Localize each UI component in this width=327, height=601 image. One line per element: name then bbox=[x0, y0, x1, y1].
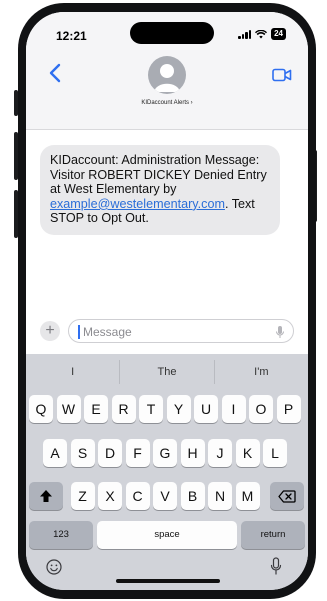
signal-icon bbox=[238, 29, 252, 39]
key-p[interactable]: P bbox=[276, 395, 301, 423]
emoji-icon[interactable] bbox=[46, 559, 62, 575]
battery-indicator: 24 bbox=[271, 28, 286, 40]
key-w[interactable]: W bbox=[56, 395, 81, 423]
key-o[interactable]: O bbox=[249, 395, 273, 423]
keyboard: I The I'm Q W E R T Y U I O P A S D F G … bbox=[26, 354, 308, 590]
person-icon bbox=[154, 64, 180, 92]
return-key[interactable]: return bbox=[241, 521, 305, 549]
key-d[interactable]: D bbox=[98, 439, 122, 467]
key-s[interactable]: S bbox=[70, 439, 95, 467]
space-key[interactable]: space bbox=[97, 521, 237, 549]
key-r[interactable]: R bbox=[111, 395, 136, 423]
key-t[interactable]: T bbox=[139, 395, 163, 423]
key-e[interactable]: E bbox=[84, 395, 108, 423]
message-input[interactable]: Message bbox=[68, 319, 294, 343]
video-call-icon[interactable] bbox=[272, 68, 292, 82]
conversation-header: 12:21 24 KIDaccount Alerts › bbox=[26, 12, 308, 130]
prediction-2[interactable]: The bbox=[120, 360, 215, 384]
key-f[interactable]: F bbox=[125, 439, 150, 467]
dictation-mic-icon[interactable] bbox=[270, 557, 282, 575]
phone-screen: 12:21 24 KIDaccount Alerts › KIDaccount:… bbox=[26, 12, 308, 590]
predictive-text-bar: I The I'm bbox=[26, 360, 308, 384]
key-b[interactable]: B bbox=[180, 482, 205, 510]
back-chevron-icon[interactable] bbox=[46, 62, 66, 84]
backspace-key[interactable] bbox=[270, 482, 304, 510]
prediction-3[interactable]: I'm bbox=[215, 360, 308, 384]
backspace-icon bbox=[278, 489, 296, 503]
key-c[interactable]: C bbox=[125, 482, 150, 510]
home-indicator[interactable] bbox=[116, 579, 220, 583]
contact-avatar[interactable] bbox=[148, 56, 186, 94]
compose-bar: + Message bbox=[26, 317, 308, 347]
message-placeholder: Message bbox=[83, 325, 132, 339]
email-link[interactable]: example@westelementary.com bbox=[50, 197, 225, 211]
key-h[interactable]: H bbox=[180, 439, 205, 467]
key-u[interactable]: U bbox=[194, 395, 218, 423]
key-a[interactable]: A bbox=[43, 439, 67, 467]
prediction-1[interactable]: I bbox=[26, 360, 121, 384]
key-l[interactable]: L bbox=[263, 439, 287, 467]
phone-frame: 12:21 24 KIDaccount Alerts › KIDaccount:… bbox=[18, 3, 316, 599]
contact-name[interactable]: KIDaccount Alerts › bbox=[26, 100, 308, 106]
message-text: KIDaccount: Administration Message: Visi… bbox=[50, 153, 267, 197]
shift-key[interactable] bbox=[29, 482, 63, 510]
numbers-key[interactable]: 123 bbox=[29, 521, 93, 549]
dynamic-island bbox=[130, 22, 214, 44]
add-attachment-button[interactable]: + bbox=[40, 321, 60, 341]
key-y[interactable]: Y bbox=[166, 395, 191, 423]
message-bubble: KIDaccount: Administration Message: Visi… bbox=[40, 145, 280, 235]
shift-arrow-icon bbox=[40, 490, 52, 502]
text-cursor bbox=[78, 325, 80, 339]
status-time: 12:21 bbox=[56, 29, 87, 43]
key-m[interactable]: M bbox=[235, 482, 260, 510]
key-j[interactable]: J bbox=[208, 439, 232, 467]
key-g[interactable]: G bbox=[153, 439, 177, 467]
key-q[interactable]: Q bbox=[29, 395, 53, 423]
key-z[interactable]: Z bbox=[70, 482, 95, 510]
key-i[interactable]: I bbox=[221, 395, 246, 423]
key-x[interactable]: X bbox=[98, 482, 122, 510]
wifi-icon bbox=[255, 29, 268, 38]
dictation-mic-icon[interactable] bbox=[275, 325, 285, 339]
key-v[interactable]: V bbox=[153, 482, 177, 510]
status-icons: 24 bbox=[238, 28, 286, 40]
key-k[interactable]: K bbox=[235, 439, 260, 467]
key-n[interactable]: N bbox=[208, 482, 232, 510]
